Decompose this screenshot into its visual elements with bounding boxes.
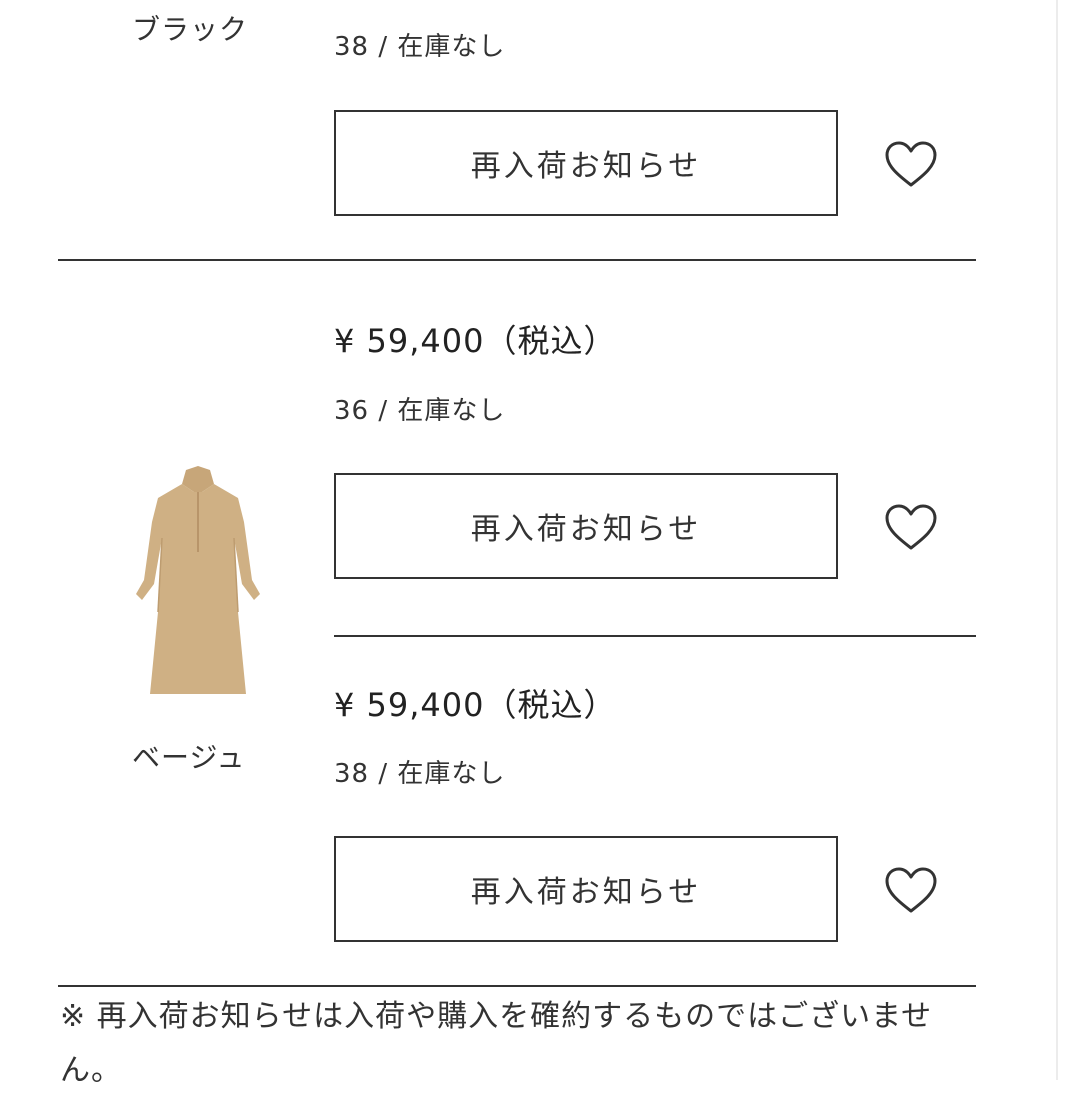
stock-status: 36 / 在庫なし bbox=[334, 396, 506, 426]
restock-notice: ※ 再入荷お知らせは入荷や購入を確約するものではございません。 bbox=[60, 999, 933, 1088]
price: ¥ 59,400（税込） bbox=[334, 322, 617, 360]
heart-outline-icon[interactable] bbox=[884, 140, 938, 188]
beige-shirt-dress-image bbox=[128, 462, 268, 702]
price: ¥ 59,400（税込） bbox=[334, 686, 617, 724]
variant-divider bbox=[58, 985, 976, 987]
stock-status: 38 / 在庫なし bbox=[334, 32, 506, 62]
restock-notify-button[interactable]: 再入荷お知らせ bbox=[334, 836, 838, 942]
size-divider bbox=[334, 635, 976, 637]
page-edge-divider bbox=[1056, 0, 1058, 1080]
stock-status: 38 / 在庫なし bbox=[334, 759, 506, 789]
restock-notify-button[interactable]: 再入荷お知らせ bbox=[334, 473, 838, 579]
heart-outline-icon[interactable] bbox=[884, 503, 938, 551]
restock-notify-button[interactable]: 再入荷お知らせ bbox=[334, 110, 838, 216]
variant-divider bbox=[58, 259, 976, 261]
color-label-black: ブラック bbox=[132, 13, 249, 46]
heart-outline-icon[interactable] bbox=[884, 866, 938, 914]
color-label-beige: ベージュ bbox=[132, 741, 246, 774]
